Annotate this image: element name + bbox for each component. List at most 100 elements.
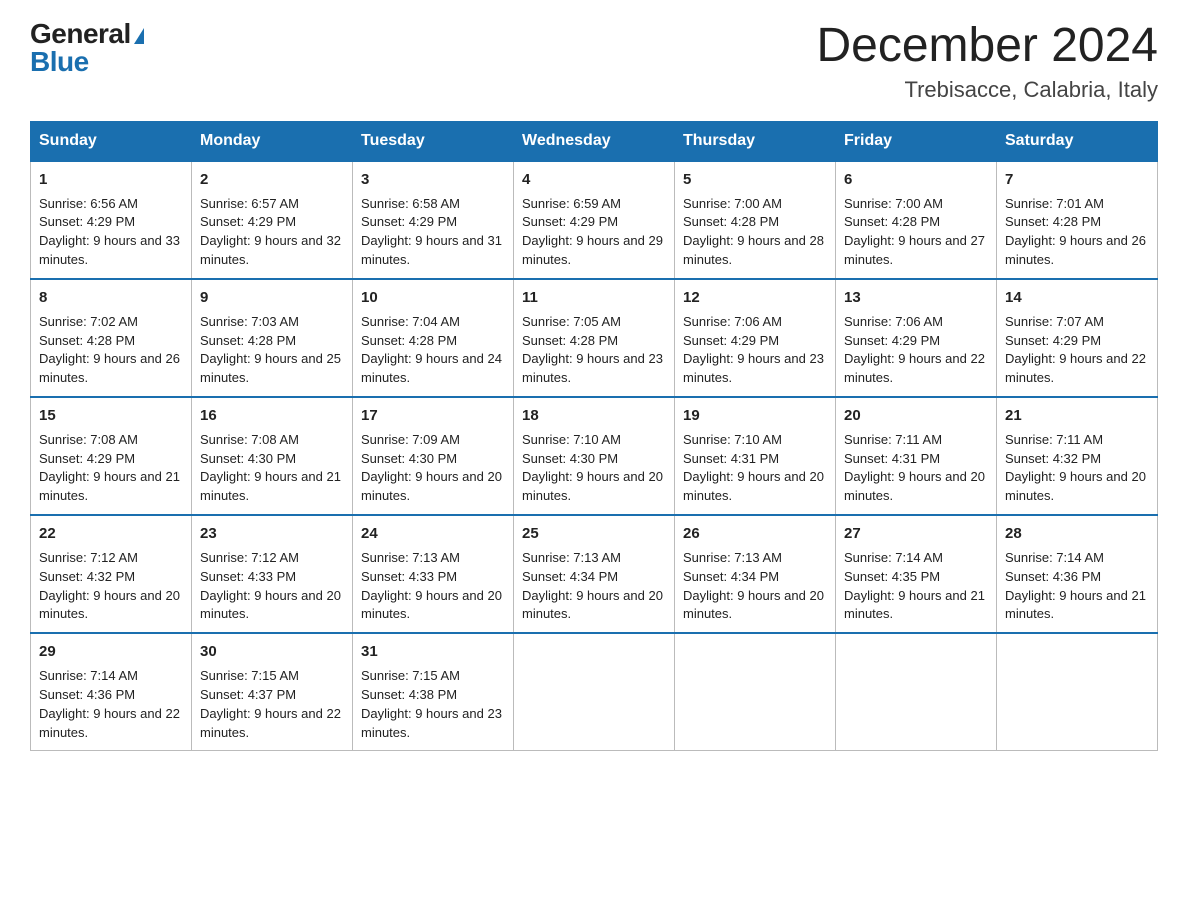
day-number: 5 [683, 169, 827, 191]
day-number: 20 [844, 405, 988, 427]
day-info: Sunrise: 7:04 AMSunset: 4:28 PMDaylight:… [361, 314, 502, 386]
day-number: 21 [1005, 405, 1149, 427]
day-info: Sunrise: 6:56 AMSunset: 4:29 PMDaylight:… [39, 196, 180, 268]
day-info: Sunrise: 7:10 AMSunset: 4:31 PMDaylight:… [683, 432, 824, 504]
day-info: Sunrise: 7:05 AMSunset: 4:28 PMDaylight:… [522, 314, 663, 386]
day-number: 2 [200, 169, 344, 191]
calendar-cell: 11 Sunrise: 7:05 AMSunset: 4:28 PMDaylig… [514, 279, 675, 397]
calendar-header-row: SundayMondayTuesdayWednesdayThursdayFrid… [31, 121, 1158, 161]
calendar-week-5: 29 Sunrise: 7:14 AMSunset: 4:36 PMDaylig… [31, 633, 1158, 751]
day-number: 8 [39, 287, 183, 309]
calendar-week-3: 15 Sunrise: 7:08 AMSunset: 4:29 PMDaylig… [31, 397, 1158, 515]
calendar-table: SundayMondayTuesdayWednesdayThursdayFrid… [30, 121, 1158, 752]
calendar-cell: 8 Sunrise: 7:02 AMSunset: 4:28 PMDayligh… [31, 279, 192, 397]
day-info: Sunrise: 7:13 AMSunset: 4:34 PMDaylight:… [683, 550, 824, 622]
day-info: Sunrise: 7:10 AMSunset: 4:30 PMDaylight:… [522, 432, 663, 504]
calendar-header-sunday: Sunday [31, 121, 192, 161]
calendar-header-monday: Monday [192, 121, 353, 161]
calendar-header-friday: Friday [836, 121, 997, 161]
calendar-cell: 4 Sunrise: 6:59 AMSunset: 4:29 PMDayligh… [514, 161, 675, 279]
calendar-cell [675, 633, 836, 751]
calendar-cell: 31 Sunrise: 7:15 AMSunset: 4:38 PMDaylig… [353, 633, 514, 751]
day-info: Sunrise: 6:57 AMSunset: 4:29 PMDaylight:… [200, 196, 341, 268]
calendar-cell: 3 Sunrise: 6:58 AMSunset: 4:29 PMDayligh… [353, 161, 514, 279]
calendar-header-tuesday: Tuesday [353, 121, 514, 161]
day-number: 18 [522, 405, 666, 427]
calendar-cell [836, 633, 997, 751]
calendar-cell: 9 Sunrise: 7:03 AMSunset: 4:28 PMDayligh… [192, 279, 353, 397]
calendar-cell: 16 Sunrise: 7:08 AMSunset: 4:30 PMDaylig… [192, 397, 353, 515]
calendar-cell: 1 Sunrise: 6:56 AMSunset: 4:29 PMDayligh… [31, 161, 192, 279]
logo: General Blue [30, 20, 144, 76]
logo-general-text: General [30, 18, 131, 49]
calendar-cell: 5 Sunrise: 7:00 AMSunset: 4:28 PMDayligh… [675, 161, 836, 279]
logo-blue-text: Blue [30, 46, 89, 77]
day-number: 13 [844, 287, 988, 309]
day-number: 7 [1005, 169, 1149, 191]
day-number: 12 [683, 287, 827, 309]
calendar-cell: 26 Sunrise: 7:13 AMSunset: 4:34 PMDaylig… [675, 515, 836, 633]
calendar-cell: 7 Sunrise: 7:01 AMSunset: 4:28 PMDayligh… [997, 161, 1158, 279]
day-info: Sunrise: 7:02 AMSunset: 4:28 PMDaylight:… [39, 314, 180, 386]
calendar-cell: 20 Sunrise: 7:11 AMSunset: 4:31 PMDaylig… [836, 397, 997, 515]
calendar-cell: 14 Sunrise: 7:07 AMSunset: 4:29 PMDaylig… [997, 279, 1158, 397]
day-number: 1 [39, 169, 183, 191]
day-number: 19 [683, 405, 827, 427]
calendar-cell: 12 Sunrise: 7:06 AMSunset: 4:29 PMDaylig… [675, 279, 836, 397]
day-info: Sunrise: 7:08 AMSunset: 4:30 PMDaylight:… [200, 432, 341, 504]
day-number: 23 [200, 523, 344, 545]
day-number: 28 [1005, 523, 1149, 545]
page-header: General Blue December 2024 Trebisacce, C… [30, 20, 1158, 103]
calendar-cell: 17 Sunrise: 7:09 AMSunset: 4:30 PMDaylig… [353, 397, 514, 515]
calendar-cell: 19 Sunrise: 7:10 AMSunset: 4:31 PMDaylig… [675, 397, 836, 515]
calendar-cell: 23 Sunrise: 7:12 AMSunset: 4:33 PMDaylig… [192, 515, 353, 633]
day-info: Sunrise: 6:58 AMSunset: 4:29 PMDaylight:… [361, 196, 502, 268]
day-info: Sunrise: 7:06 AMSunset: 4:29 PMDaylight:… [844, 314, 985, 386]
day-number: 9 [200, 287, 344, 309]
month-year-title: December 2024 [816, 20, 1158, 73]
day-info: Sunrise: 7:12 AMSunset: 4:32 PMDaylight:… [39, 550, 180, 622]
day-info: Sunrise: 7:14 AMSunset: 4:36 PMDaylight:… [39, 668, 180, 740]
calendar-cell: 28 Sunrise: 7:14 AMSunset: 4:36 PMDaylig… [997, 515, 1158, 633]
day-info: Sunrise: 7:13 AMSunset: 4:33 PMDaylight:… [361, 550, 502, 622]
day-info: Sunrise: 7:14 AMSunset: 4:35 PMDaylight:… [844, 550, 985, 622]
day-info: Sunrise: 7:14 AMSunset: 4:36 PMDaylight:… [1005, 550, 1146, 622]
calendar-cell: 21 Sunrise: 7:11 AMSunset: 4:32 PMDaylig… [997, 397, 1158, 515]
day-info: Sunrise: 7:00 AMSunset: 4:28 PMDaylight:… [844, 196, 985, 268]
calendar-cell: 25 Sunrise: 7:13 AMSunset: 4:34 PMDaylig… [514, 515, 675, 633]
day-info: Sunrise: 7:09 AMSunset: 4:30 PMDaylight:… [361, 432, 502, 504]
day-number: 24 [361, 523, 505, 545]
calendar-cell: 29 Sunrise: 7:14 AMSunset: 4:36 PMDaylig… [31, 633, 192, 751]
day-info: Sunrise: 7:12 AMSunset: 4:33 PMDaylight:… [200, 550, 341, 622]
day-number: 22 [39, 523, 183, 545]
day-number: 30 [200, 641, 344, 663]
calendar-cell: 27 Sunrise: 7:14 AMSunset: 4:35 PMDaylig… [836, 515, 997, 633]
day-number: 14 [1005, 287, 1149, 309]
calendar-week-4: 22 Sunrise: 7:12 AMSunset: 4:32 PMDaylig… [31, 515, 1158, 633]
calendar-week-2: 8 Sunrise: 7:02 AMSunset: 4:28 PMDayligh… [31, 279, 1158, 397]
calendar-header-thursday: Thursday [675, 121, 836, 161]
calendar-header-wednesday: Wednesday [514, 121, 675, 161]
day-info: Sunrise: 7:06 AMSunset: 4:29 PMDaylight:… [683, 314, 824, 386]
day-info: Sunrise: 7:01 AMSunset: 4:28 PMDaylight:… [1005, 196, 1146, 268]
day-info: Sunrise: 7:03 AMSunset: 4:28 PMDaylight:… [200, 314, 341, 386]
day-info: Sunrise: 7:00 AMSunset: 4:28 PMDaylight:… [683, 196, 824, 268]
calendar-cell: 30 Sunrise: 7:15 AMSunset: 4:37 PMDaylig… [192, 633, 353, 751]
day-number: 4 [522, 169, 666, 191]
day-number: 11 [522, 287, 666, 309]
calendar-cell: 6 Sunrise: 7:00 AMSunset: 4:28 PMDayligh… [836, 161, 997, 279]
day-number: 27 [844, 523, 988, 545]
day-number: 26 [683, 523, 827, 545]
calendar-cell [997, 633, 1158, 751]
day-info: Sunrise: 7:07 AMSunset: 4:29 PMDaylight:… [1005, 314, 1146, 386]
day-number: 3 [361, 169, 505, 191]
location-subtitle: Trebisacce, Calabria, Italy [816, 77, 1158, 103]
logo-triangle-icon [134, 28, 144, 44]
calendar-cell [514, 633, 675, 751]
calendar-cell: 10 Sunrise: 7:04 AMSunset: 4:28 PMDaylig… [353, 279, 514, 397]
calendar-week-1: 1 Sunrise: 6:56 AMSunset: 4:29 PMDayligh… [31, 161, 1158, 279]
day-info: Sunrise: 7:08 AMSunset: 4:29 PMDaylight:… [39, 432, 180, 504]
calendar-cell: 18 Sunrise: 7:10 AMSunset: 4:30 PMDaylig… [514, 397, 675, 515]
day-info: Sunrise: 7:11 AMSunset: 4:31 PMDaylight:… [844, 432, 985, 504]
day-number: 16 [200, 405, 344, 427]
